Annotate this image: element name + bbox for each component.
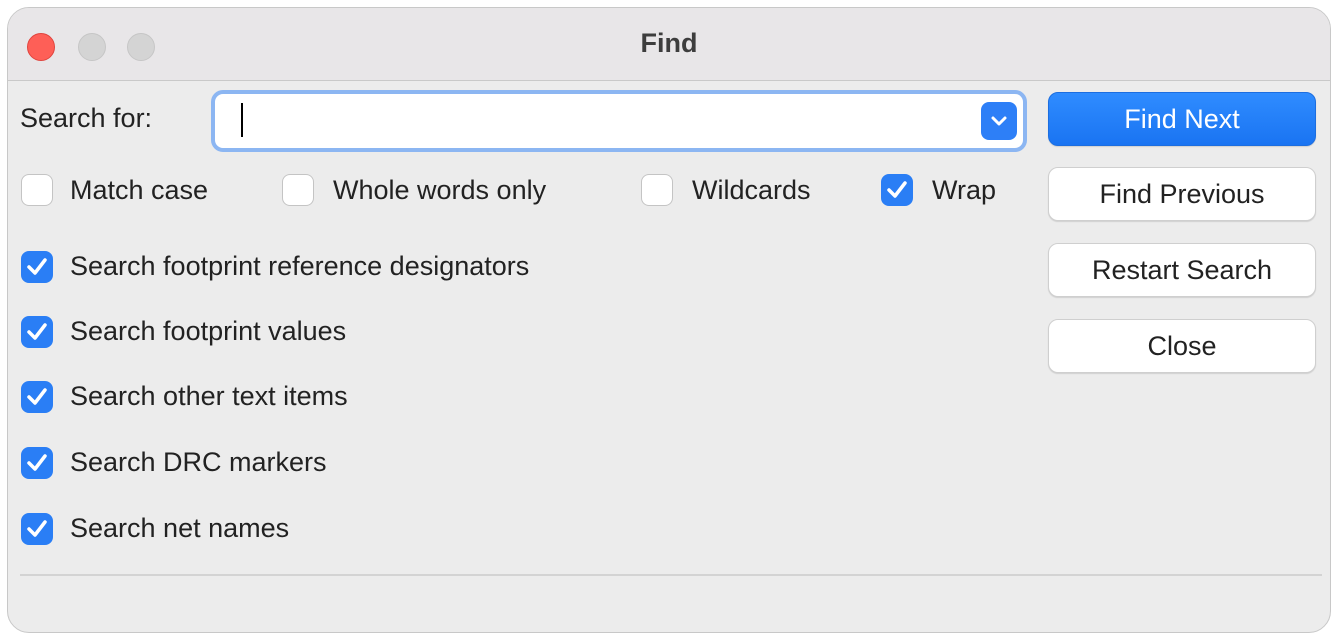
find-next-button[interactable]: Find Next [1048, 92, 1316, 146]
match-case-label: Match case [70, 175, 209, 205]
whole-words-checkbox[interactable] [282, 174, 314, 206]
text-cursor [241, 103, 243, 137]
wrap-label: Wrap [932, 175, 997, 205]
search-net-names-label: Search net names [70, 513, 290, 543]
checkmark-icon [27, 454, 47, 471]
checkmark-icon [27, 388, 47, 405]
checkmark-icon [27, 323, 47, 340]
search-drc-markers-label: Search DRC markers [70, 447, 327, 477]
search-net-names-checkbox[interactable] [21, 513, 53, 545]
find-dialog: Find Search for: Find Next Find Previous… [7, 7, 1331, 633]
search-footprint-values-checkbox[interactable] [21, 316, 53, 348]
wildcards-checkbox[interactable] [641, 174, 673, 206]
search-drc-markers-checkbox[interactable] [21, 447, 53, 479]
whole-words-label: Whole words only [333, 175, 547, 205]
search-combobox[interactable] [211, 90, 1027, 152]
search-ref-designators-label: Search footprint reference designators [70, 251, 530, 281]
checkmark-icon [887, 181, 907, 198]
restart-search-button[interactable]: Restart Search [1048, 243, 1316, 297]
search-history-dropdown[interactable] [981, 102, 1017, 140]
match-case-checkbox[interactable] [21, 174, 53, 206]
find-previous-button[interactable]: Find Previous [1048, 167, 1316, 221]
window-title: Find [640, 28, 698, 58]
divider [20, 574, 1322, 576]
wrap-checkbox[interactable] [881, 174, 913, 206]
checkmark-icon [27, 520, 47, 537]
title-bar: Find [8, 8, 1330, 81]
close-button[interactable]: Close [1048, 319, 1316, 373]
search-label: Search for: [20, 103, 153, 133]
search-other-text-label: Search other text items [70, 381, 348, 411]
search-other-text-checkbox[interactable] [21, 381, 53, 413]
search-footprint-values-label: Search footprint values [70, 316, 347, 346]
search-ref-designators-checkbox[interactable] [21, 251, 53, 283]
checkmark-icon [27, 258, 47, 275]
wildcards-label: Wildcards [692, 175, 811, 205]
chevron-down-icon [991, 116, 1007, 126]
search-input[interactable] [235, 103, 965, 139]
